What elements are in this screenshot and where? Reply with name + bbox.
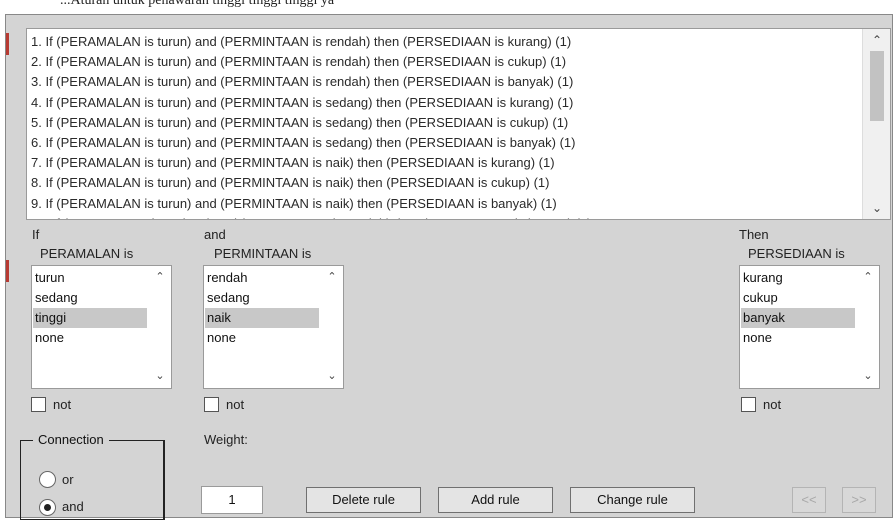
chevron-up-icon[interactable]: ⌃ — [857, 270, 879, 283]
input1-not-label: not — [53, 397, 72, 412]
chevron-down-icon[interactable]: ⌄ — [863, 198, 890, 218]
connection-group: Connection or and — [20, 432, 165, 520]
input1-item-tinggi[interactable]: tinggi — [33, 308, 147, 328]
add-rule-button[interactable]: Add rule — [438, 487, 553, 513]
page-caption: ...Aturan untuk penawaran tinggi tinggi … — [60, 0, 335, 8]
input1-item-sedang[interactable]: sedang — [33, 288, 147, 308]
connection-title: Connection — [33, 432, 109, 447]
rules-list[interactable]: 1. If (PERAMALAN is turun) and (PERMINTA… — [26, 28, 891, 220]
chevron-up-icon[interactable]: ⌃ — [321, 270, 343, 283]
input1-item-turun[interactable]: turun — [33, 268, 147, 288]
rule-item[interactable]: 9. If (PERAMALAN is turun) and (PERMINTA… — [31, 194, 860, 214]
scrollbar-thumb[interactable] — [870, 51, 884, 121]
if-label: If — [32, 227, 40, 242]
input2-listbox[interactable]: rendah sedang naik none ⌃ ⌄ — [203, 265, 344, 389]
rule-item[interactable]: 6. If (PERAMALAN is turun) and (PERMINTA… — [31, 133, 860, 153]
output1-item-banyak[interactable]: banyak — [741, 308, 855, 328]
input1-item-none[interactable]: none — [33, 328, 147, 348]
input2-item-none[interactable]: none — [205, 328, 319, 348]
weight-label: Weight: — [204, 432, 248, 447]
rule-item[interactable]: 2. If (PERAMALAN is turun) and (PERMINTA… — [31, 52, 860, 72]
output1-item-kurang[interactable]: kurang — [741, 268, 855, 288]
input2-item-naik[interactable]: naik — [205, 308, 319, 328]
rule-item[interactable]: 1. If (PERAMALAN is turun) and (PERMINTA… — [31, 32, 860, 52]
input2-items: rendah sedang naik none — [205, 268, 319, 348]
window-edge-marker — [6, 260, 9, 282]
input1-label: PERAMALAN is — [40, 246, 134, 261]
output1-label: PERSEDIAAN is — [748, 246, 845, 261]
rules-list-items: 1. If (PERAMALAN is turun) and (PERMINTA… — [31, 32, 860, 219]
and-label: and — [204, 227, 226, 242]
input2-label: PERMINTAAN is — [214, 246, 312, 261]
output1-items: kurang cukup banyak none — [741, 268, 855, 348]
rule-item[interactable]: 10. If (PERAMALAN is sedang) and (PERMIN… — [31, 214, 860, 219]
connection-and-label: and — [62, 499, 84, 514]
input1-scrollbar[interactable]: ⌃ ⌄ — [149, 266, 171, 388]
rules-scrollbar[interactable]: ⌃ ⌄ — [862, 29, 890, 219]
input2-item-rendah[interactable]: rendah — [205, 268, 319, 288]
connection-or-label: or — [62, 472, 74, 487]
rule-editor-window: 1. If (PERAMALAN is turun) and (PERMINTA… — [5, 14, 893, 520]
delete-rule-button[interactable]: Delete rule — [306, 487, 421, 513]
input1-listbox[interactable]: turun sedang tinggi none ⌃ ⌄ — [31, 265, 172, 389]
output1-scrollbar[interactable]: ⌃ ⌄ — [857, 266, 879, 388]
rule-item[interactable]: 4. If (PERAMALAN is turun) and (PERMINTA… — [31, 93, 860, 113]
input1-not-checkbox[interactable] — [31, 397, 46, 412]
output1-listbox[interactable]: kurang cukup banyak none ⌃ ⌄ — [739, 265, 880, 389]
rule-item[interactable]: 7. If (PERAMALAN is turun) and (PERMINTA… — [31, 153, 860, 173]
rule-item[interactable]: 8. If (PERAMALAN is turun) and (PERMINTA… — [31, 173, 860, 193]
rule-item[interactable]: 5. If (PERAMALAN is turun) and (PERMINTA… — [31, 113, 860, 133]
previous-rule-button[interactable]: << — [792, 487, 826, 513]
change-rule-button[interactable]: Change rule — [570, 487, 695, 513]
output1-not-checkbox[interactable] — [741, 397, 756, 412]
output1-not-label: not — [763, 397, 782, 412]
chevron-down-icon[interactable]: ⌄ — [857, 369, 879, 382]
chevron-up-icon[interactable]: ⌃ — [863, 30, 890, 50]
input2-scrollbar[interactable]: ⌃ ⌄ — [321, 266, 343, 388]
input1-items: turun sedang tinggi none — [33, 268, 147, 348]
weight-input[interactable]: 1 — [201, 486, 263, 514]
chevron-up-icon[interactable]: ⌃ — [149, 270, 171, 283]
next-rule-button[interactable]: >> — [842, 487, 876, 513]
chevron-down-icon[interactable]: ⌄ — [321, 369, 343, 382]
output1-item-none[interactable]: none — [741, 328, 855, 348]
radio-dot — [44, 504, 51, 511]
chevron-down-icon[interactable]: ⌄ — [149, 369, 171, 382]
input2-not-checkbox[interactable] — [204, 397, 219, 412]
input2-item-sedang[interactable]: sedang — [205, 288, 319, 308]
connection-or-radio[interactable] — [39, 471, 56, 488]
then-label: Then — [739, 227, 769, 242]
output1-item-cukup[interactable]: cukup — [741, 288, 855, 308]
input2-not-label: not — [226, 397, 245, 412]
connection-and-radio[interactable] — [39, 499, 56, 516]
window-edge-marker — [6, 33, 9, 55]
rule-item[interactable]: 3. If (PERAMALAN is turun) and (PERMINTA… — [31, 72, 860, 92]
